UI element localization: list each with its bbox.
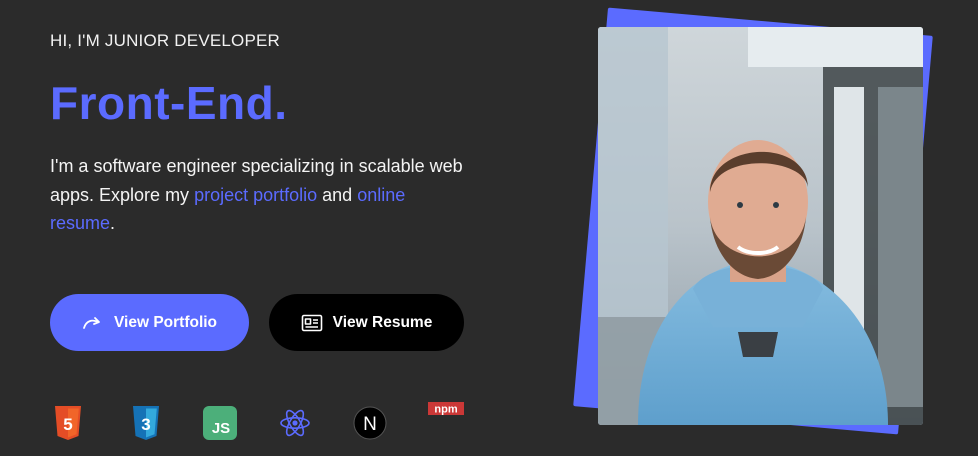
html5-icon: 5 bbox=[50, 403, 86, 443]
view-portfolio-button[interactable]: View Portfolio bbox=[50, 294, 249, 351]
project-portfolio-link[interactable]: project portfolio bbox=[194, 185, 317, 205]
view-resume-label: View Resume bbox=[332, 313, 433, 331]
npm-icon: npm bbox=[428, 399, 464, 419]
svg-text:5: 5 bbox=[63, 415, 72, 434]
svg-text:N: N bbox=[363, 414, 377, 435]
css3-icon: 3 bbox=[128, 403, 164, 443]
hero-text-section: HI, I'M JUNIOR DEVELOPER Front-End. I'm … bbox=[50, 0, 520, 456]
view-resume-button[interactable]: View Resume bbox=[269, 294, 464, 351]
resume-icon bbox=[301, 314, 323, 332]
profile-photo-frame bbox=[573, 7, 933, 435]
hero-eyebrow: HI, I'M JUNIOR DEVELOPER bbox=[50, 31, 281, 50]
intro-text-end: . bbox=[110, 213, 116, 233]
redo-arrow-icon bbox=[82, 315, 104, 331]
javascript-icon: JS bbox=[202, 403, 238, 443]
svg-text:3: 3 bbox=[141, 415, 150, 434]
view-portfolio-label: View Portfolio bbox=[113, 313, 218, 331]
hero-intro: I'm a software engineer specializing in … bbox=[50, 152, 470, 238]
svg-text:JS: JS bbox=[212, 420, 230, 437]
react-icon bbox=[277, 403, 313, 443]
intro-text-middle: and bbox=[317, 184, 358, 205]
hero-headline: Front-End. bbox=[50, 77, 288, 129]
nextjs-icon: N bbox=[352, 403, 388, 443]
svg-text:npm: npm bbox=[434, 404, 457, 416]
profile-photo bbox=[598, 27, 923, 425]
